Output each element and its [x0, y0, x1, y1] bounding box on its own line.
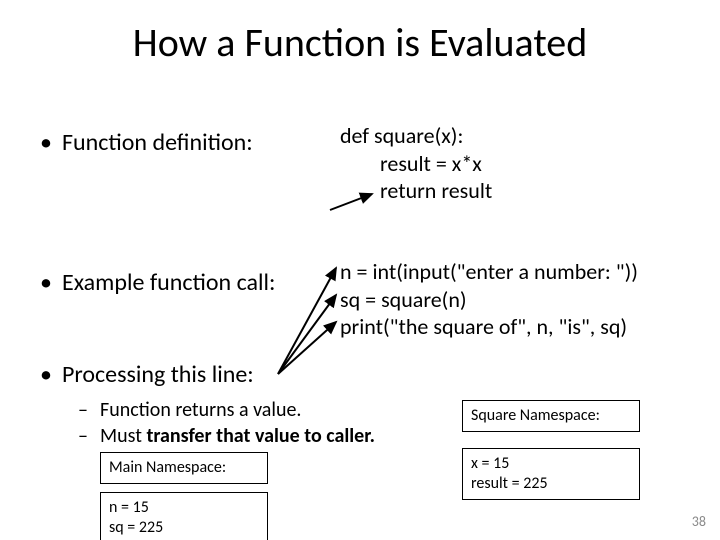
main-namespace-label: Main Namespace:	[100, 452, 268, 484]
code-def-body1: result = x*x	[340, 150, 492, 178]
code-def-line: def square(x):	[340, 122, 463, 149]
slide: How a Function is Evaluated Function def…	[0, 0, 720, 540]
sub-transfer-prefix: Must	[100, 424, 146, 448]
code-call: n = int(input("enter a number: ")) sq = …	[340, 258, 638, 341]
square-namespace-label: Square Namespace:	[462, 400, 640, 432]
bullet-example: Example function call:	[62, 268, 275, 297]
code-def-body2: return result	[340, 177, 492, 205]
page-number: 38	[692, 513, 706, 530]
code-call-line1: n = int(input("enter a number: "))	[340, 258, 638, 286]
bullet-processing: Processing this line:	[62, 360, 254, 389]
code-call-line2: sq = square(n)	[340, 286, 638, 314]
square-namespace-values: x = 15 result = 225	[462, 448, 640, 500]
sq-ns-result: result = 225	[471, 474, 631, 494]
main-namespace-values: n = 15 sq = 225	[100, 492, 268, 540]
sq-ns-x: x = 15	[471, 454, 631, 474]
bullet-definition: Function definition:	[62, 128, 253, 157]
main-ns-sq: sq = 225	[109, 518, 259, 538]
sub-transfer-value: Must transfer that value to caller.	[100, 424, 375, 448]
sub-transfer-bold: transfer that value to caller.	[146, 424, 375, 448]
sub-returns-value: Function returns a value.	[100, 398, 301, 422]
code-definition: def square(x): result = x*x return resul…	[340, 122, 492, 205]
code-call-line3: print("the square of", n, "is", sq)	[340, 313, 638, 341]
slide-title: How a Function is Evaluated	[0, 18, 720, 67]
main-ns-n: n = 15	[109, 498, 259, 518]
